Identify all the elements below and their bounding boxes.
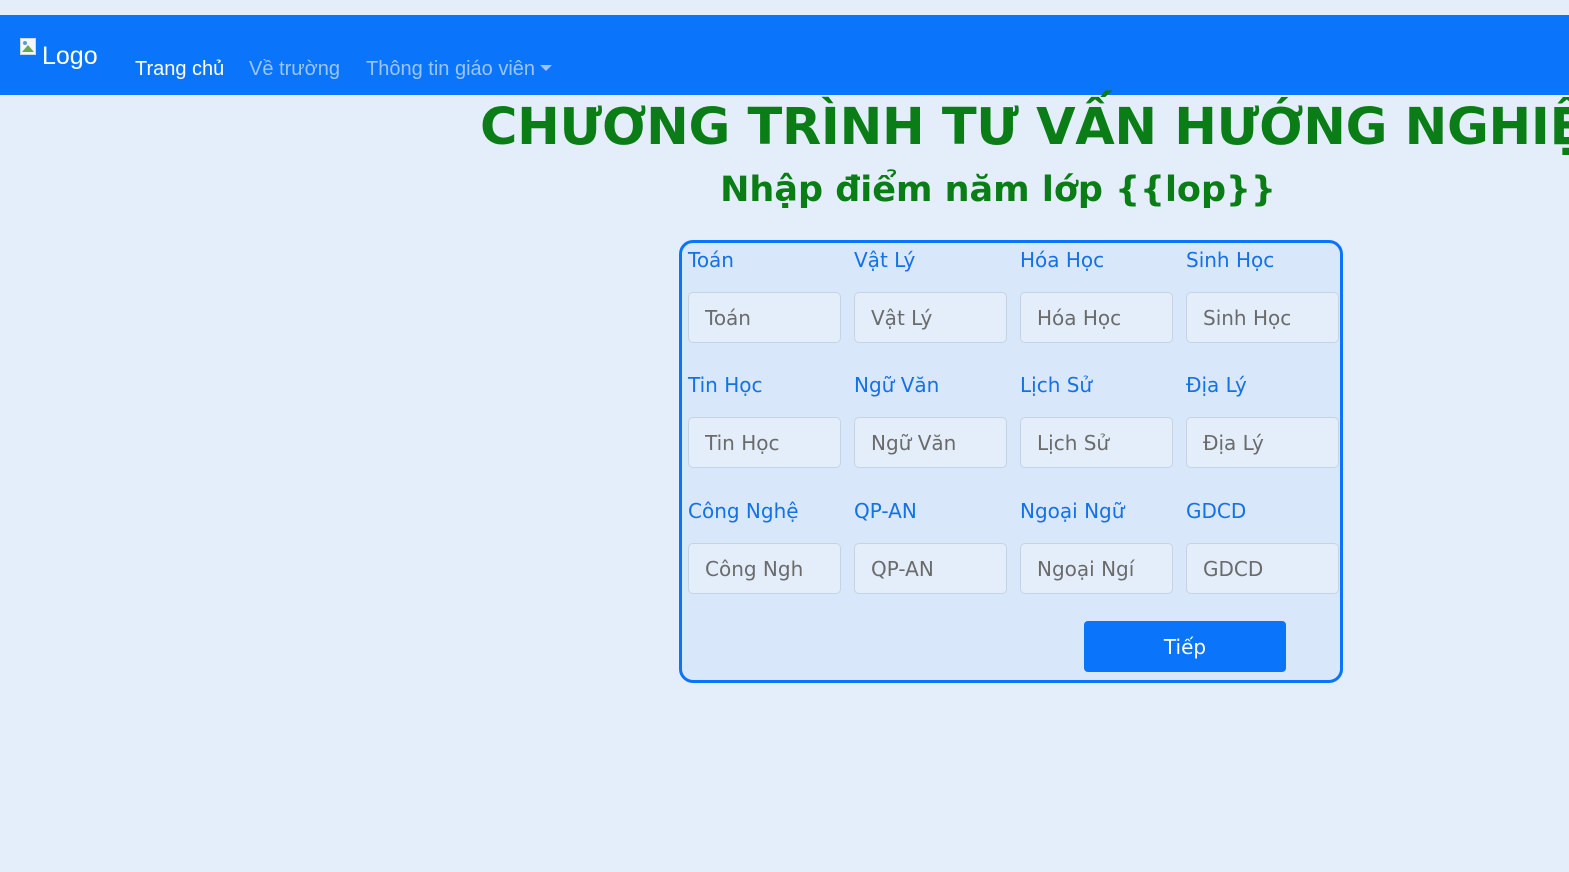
field-ngu-van: Ngữ Văn	[854, 373, 1007, 468]
nav-teacher-info-dropdown[interactable]: Thông tin giáo viên	[366, 58, 553, 81]
score-input-vat-ly[interactable]	[854, 292, 1007, 343]
field-gdcd: GDCD	[1186, 499, 1339, 594]
field-label: Ngoại Ngữ	[1020, 499, 1125, 523]
field-label: Địa Lý	[1186, 373, 1247, 397]
field-label: Hóa Học	[1020, 248, 1105, 272]
broken-image-icon	[20, 38, 36, 55]
field-toan: Toán	[688, 248, 841, 343]
nav-home[interactable]: Trang chủ	[135, 58, 224, 81]
score-input-cong-nghe[interactable]	[688, 543, 841, 594]
field-sinh-hoc: Sinh Học	[1186, 248, 1339, 343]
field-lich-su: Lịch Sử	[1020, 373, 1173, 468]
nav-about-school[interactable]: Về trường	[249, 58, 340, 81]
score-input-hoa-hoc[interactable]	[1020, 292, 1173, 343]
field-label: Vật Lý	[854, 248, 916, 272]
page-title: CHƯƠNG TRÌNH TƯ VẤN HƯỚNG NGHIỆP	[480, 98, 1569, 157]
score-form: Toán Vật Lý Hóa Học Sinh Học Tin Học Ngữ…	[679, 240, 1343, 683]
score-input-gdcd[interactable]	[1186, 543, 1339, 594]
logo[interactable]: Logo	[20, 36, 98, 71]
field-cong-nghe: Công Nghệ	[688, 499, 841, 594]
navbar: Logo Trang chủ Về trường Thông tin giáo …	[0, 15, 1569, 95]
field-label: Lịch Sử	[1020, 373, 1093, 397]
score-input-lich-su[interactable]	[1020, 417, 1173, 468]
caret-down-icon	[540, 65, 553, 71]
logo-alt-text: Logo	[42, 42, 98, 70]
score-input-tin-hoc[interactable]	[688, 417, 841, 468]
field-label: GDCD	[1186, 499, 1247, 523]
field-ngoai-ngu: Ngoại Ngữ	[1020, 499, 1173, 594]
score-input-toan[interactable]	[688, 292, 841, 343]
score-input-dia-ly[interactable]	[1186, 417, 1339, 468]
score-input-sinh-hoc[interactable]	[1186, 292, 1339, 343]
page-subtitle: Nhập điểm năm lớp {{lop}}	[720, 170, 1276, 210]
field-label: Toán	[688, 248, 734, 272]
field-tin-hoc: Tin Học	[688, 373, 841, 468]
field-label: Công Nghệ	[688, 499, 799, 523]
field-label: Sinh Học	[1186, 248, 1275, 272]
field-label: Tin Học	[688, 373, 763, 397]
field-qp-an: QP-AN	[854, 499, 1007, 594]
field-vat-ly: Vật Lý	[854, 248, 1007, 343]
score-input-ngu-van[interactable]	[854, 417, 1007, 468]
field-label: QP-AN	[854, 499, 917, 523]
score-input-qp-an[interactable]	[854, 543, 1007, 594]
next-button[interactable]: Tiếp	[1084, 621, 1286, 672]
field-hoa-hoc: Hóa Học	[1020, 248, 1173, 343]
field-label: Ngữ Văn	[854, 373, 940, 397]
field-dia-ly: Địa Lý	[1186, 373, 1339, 468]
nav-teacher-info-label: Thông tin giáo viên	[366, 58, 536, 80]
score-input-ngoai-ngu[interactable]	[1020, 543, 1173, 594]
